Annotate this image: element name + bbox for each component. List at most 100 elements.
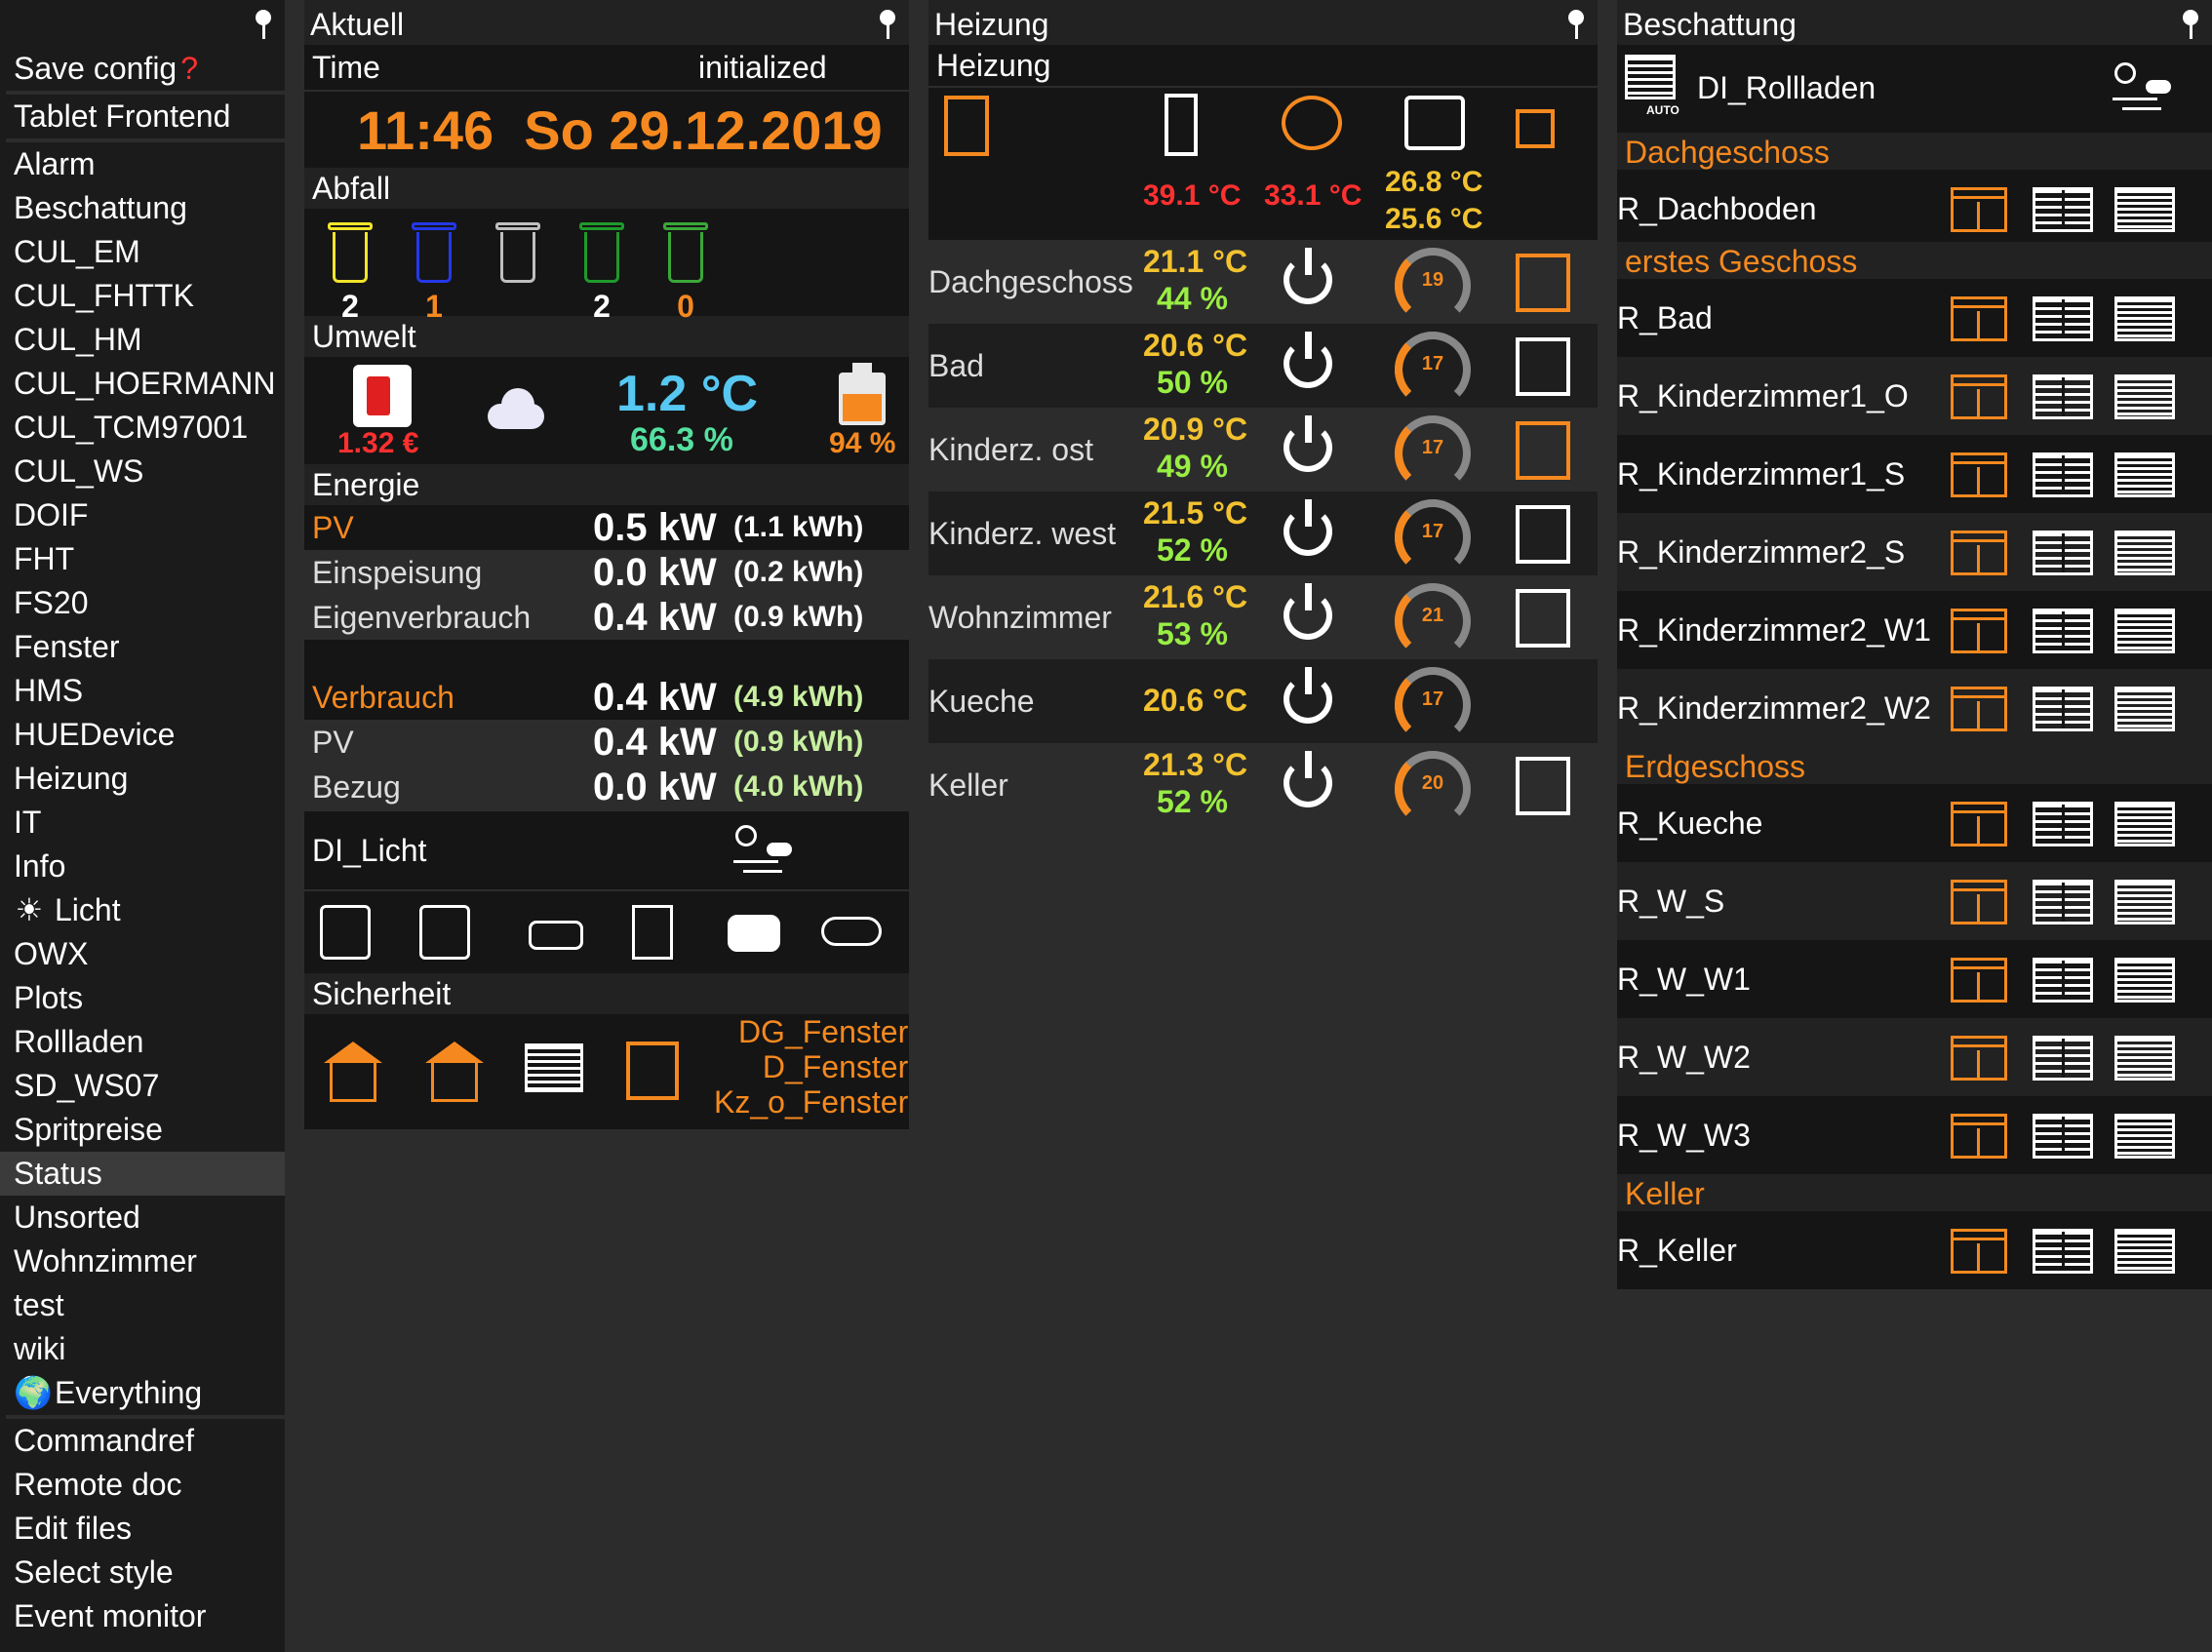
sidebar-item-cul-ws[interactable]: CUL_WS: [0, 450, 285, 493]
shutter-down-icon[interactable]: [2114, 802, 2175, 846]
heating-room-row[interactable]: Kinderz. ost 20.9 °C 49 % 17: [928, 408, 1598, 492]
lamp-icon[interactable]: [419, 905, 470, 960]
sidebar-item-plots[interactable]: Plots: [0, 976, 285, 1020]
shutter-half-icon[interactable]: [2033, 296, 2093, 341]
sidebar-item-beschattung[interactable]: Beschattung: [0, 186, 285, 230]
shutter-up-icon[interactable]: [1951, 296, 2007, 341]
shutter-down-icon[interactable]: [2114, 958, 2175, 1003]
power-icon[interactable]: [1284, 332, 1332, 388]
tablet-frontend-link[interactable]: Tablet Frontend: [0, 95, 285, 138]
shutter-up-icon[interactable]: [1951, 958, 2007, 1003]
sidebar-item-doif[interactable]: DOIF: [0, 493, 285, 537]
shutter-up-icon[interactable]: [1951, 880, 2007, 924]
power-icon[interactable]: [1284, 415, 1332, 472]
heating-room-row[interactable]: Kinderz. west 21.5 °C 52 % 17: [928, 492, 1598, 575]
thermostat-dial[interactable]: 20: [1395, 751, 1471, 827]
sidebar-item-heizung[interactable]: Heizung: [0, 757, 285, 801]
sidebar-item-it[interactable]: IT: [0, 801, 285, 845]
shutter-down-icon[interactable]: [2114, 374, 2175, 419]
window-open-icon[interactable]: [626, 1042, 679, 1100]
energy-row[interactable]: Verbrauch 0.4 kW (4.9 kWh): [304, 675, 909, 720]
shutter-down-icon[interactable]: [2114, 609, 2175, 653]
sidebar-item-licht[interactable]: ☀ Licht: [0, 888, 285, 932]
boiler-icon[interactable]: [944, 96, 989, 156]
shutter-down-icon[interactable]: [2114, 452, 2175, 497]
shutter-down-icon[interactable]: [2114, 1114, 2175, 1159]
energy-row[interactable]: PV 0.4 kW (0.9 kWh): [304, 720, 909, 765]
heating-room-row[interactable]: Wohnzimmer 21.6 °C 53 % 21: [928, 575, 1598, 659]
open-window-name[interactable]: D_Fenster: [714, 1049, 908, 1084]
pin-icon[interactable]: [876, 8, 899, 41]
di-licht-row[interactable]: DI_Licht: [304, 809, 909, 889]
power-icon[interactable]: [1284, 583, 1332, 640]
save-config-link[interactable]: Save config?: [0, 47, 285, 91]
power-icon[interactable]: [1284, 751, 1332, 807]
open-window-name[interactable]: DG_Fenster: [714, 1014, 908, 1049]
sidebar-item-cul-hm[interactable]: CUL_HM: [0, 318, 285, 362]
shutter-down-icon[interactable]: [2114, 187, 2175, 232]
shutter-up-icon[interactable]: [1951, 374, 2007, 419]
sun-auto-icon[interactable]: [730, 821, 798, 878]
sidebar-item-fs20[interactable]: FS20: [0, 581, 285, 625]
thermostat-dial[interactable]: 17: [1395, 415, 1471, 492]
shutter-name[interactable]: R_Bad: [1617, 279, 1713, 357]
shutter-down-icon[interactable]: [2114, 880, 2175, 924]
sidebar-item-edit-files[interactable]: Edit files: [0, 1507, 285, 1551]
sidebar-item-alarm[interactable]: Alarm: [0, 142, 285, 186]
sidebar-item-hms[interactable]: HMS: [0, 669, 285, 713]
energy-row[interactable]: PV 0.5 kW (1.1 kWh): [304, 505, 909, 550]
energy-row[interactable]: Bezug 0.0 kW (4.0 kWh): [304, 765, 909, 809]
pump-icon[interactable]: [1282, 96, 1342, 150]
power-icon[interactable]: [1284, 248, 1332, 304]
sidebar-item-unsorted[interactable]: Unsorted: [0, 1196, 285, 1239]
heating-room-row[interactable]: Kueche 20.6 °C 17: [928, 659, 1598, 743]
shutter-down-icon[interactable]: [2114, 1036, 2175, 1081]
shutter-half-icon[interactable]: [2033, 609, 2093, 653]
shutter-half-icon[interactable]: [2033, 880, 2093, 924]
sidebar-item-wohnzimmer[interactable]: Wohnzimmer: [0, 1239, 285, 1283]
energy-row[interactable]: Einspeisung 0.0 kW (0.2 kWh): [304, 550, 909, 595]
shutter-down-icon[interactable]: [2114, 531, 2175, 575]
floor-heating-icon[interactable]: [1404, 96, 1465, 150]
shutter-up-icon[interactable]: [1951, 452, 2007, 497]
sidebar-item-huedevice[interactable]: HUEDevice: [0, 713, 285, 757]
shutter-half-icon[interactable]: [2033, 958, 2093, 1003]
shutter-name[interactable]: R_Kinderzimmer2_W2: [1617, 669, 1931, 747]
shutter-up-icon[interactable]: [1951, 609, 2007, 653]
shutter-half-icon[interactable]: [2033, 1036, 2093, 1081]
environment-row[interactable]: 1.32 € 1.2 °C 66.3 % 94 %: [304, 357, 909, 464]
thermostat-dial[interactable]: 19: [1395, 248, 1471, 324]
shutter-half-icon[interactable]: [2033, 687, 2093, 731]
pin-icon[interactable]: [2179, 8, 2202, 41]
sidebar-item-cul-tcm97001[interactable]: CUL_TCM97001: [0, 406, 285, 450]
energy-row[interactable]: Eigenverbrauch 0.4 kW (0.9 kWh): [304, 595, 909, 640]
sidebar-item-wiki[interactable]: wiki: [0, 1327, 285, 1371]
shutter-half-icon[interactable]: [2033, 531, 2093, 575]
sidebar-item-cul-hoermann[interactable]: CUL_HOERMANN: [0, 362, 285, 406]
shutter-name[interactable]: R_Kinderzimmer1_O: [1617, 357, 1909, 435]
power-icon[interactable]: [1284, 667, 1332, 724]
lamp-icon[interactable]: [320, 905, 371, 960]
sidebar-item-fht[interactable]: FHT: [0, 537, 285, 581]
bicycle-icon[interactable]: [821, 917, 882, 946]
time-row[interactable]: Time initialized: [304, 45, 909, 92]
thermostat-dial[interactable]: 17: [1395, 499, 1471, 575]
sofa-icon[interactable]: [529, 921, 583, 950]
heating-room-row[interactable]: Bad 20.6 °C 50 % 17: [928, 324, 1598, 408]
socket-icon[interactable]: [1516, 109, 1555, 148]
shutter-half-icon[interactable]: [2033, 187, 2093, 232]
sidebar-item-event-monitor[interactable]: Event monitor: [0, 1594, 285, 1638]
house-locked-icon[interactable]: [324, 1042, 382, 1102]
shutter-down-icon[interactable]: [2114, 1229, 2175, 1274]
shutter-up-icon[interactable]: [1951, 1036, 2007, 1081]
shutter-up-icon[interactable]: [1951, 1229, 2007, 1274]
waste-calendar[interactable]: 2 1 2 0: [304, 209, 909, 324]
sidebar-item-info[interactable]: Info: [0, 845, 285, 888]
sun-auto-icon[interactable]: [2109, 59, 2177, 115]
shutter-half-icon[interactable]: [2033, 1114, 2093, 1159]
door-icon[interactable]: [632, 905, 673, 960]
sidebar-item-spritpreise[interactable]: Spritpreise: [0, 1108, 285, 1152]
shutter-name[interactable]: R_Kinderzimmer1_S: [1617, 435, 1905, 513]
heating-room-row[interactable]: Dachgeschoss 21.1 °C 44 % 19: [928, 240, 1598, 324]
shutter-name[interactable]: R_W_W2: [1617, 1018, 1751, 1096]
